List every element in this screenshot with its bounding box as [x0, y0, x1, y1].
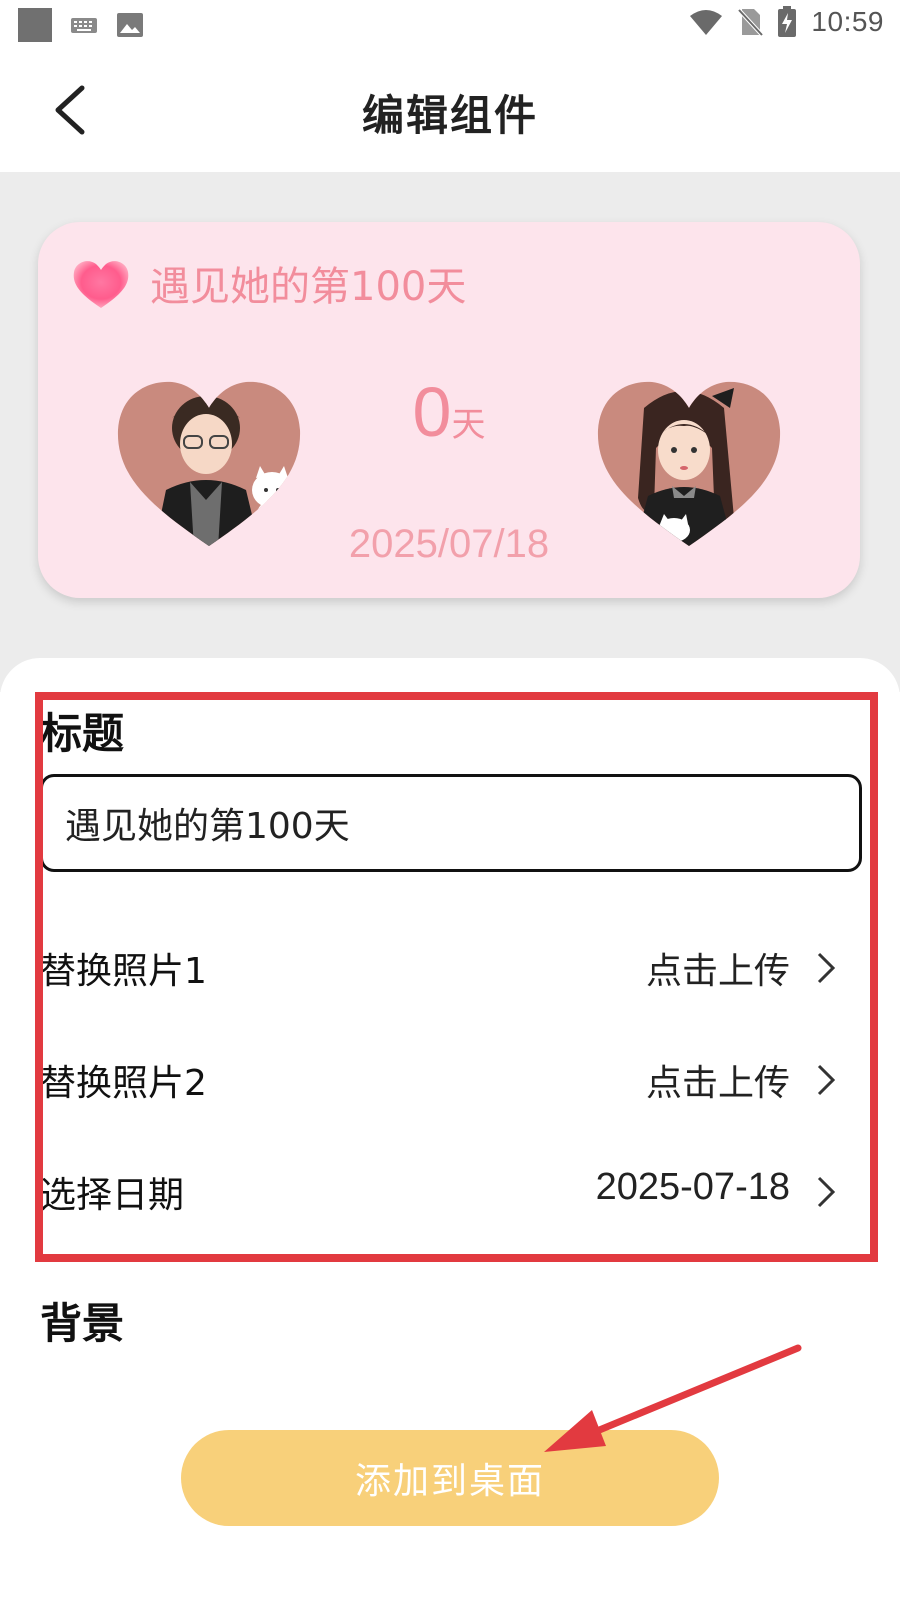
day-count-number: 0: [412, 373, 452, 451]
annotation-arrow-icon: [544, 1344, 802, 1452]
wifi-icon: [690, 10, 723, 35]
day-count-unit: 天: [451, 405, 486, 445]
widget-preview-area: 遇见她的第100天 0天 2025/07/18: [0, 172, 900, 692]
keyboard-icon: [71, 18, 97, 33]
background-section-label: 背景: [40, 1299, 125, 1348]
heart-icon: [73, 261, 129, 308]
widget-date: 2025/07/18: [348, 522, 550, 566]
gallery-icon: [117, 13, 143, 37]
battery-charging-icon: [778, 6, 797, 37]
annotation-highlight-box: [35, 692, 878, 1262]
status-bar-left: [18, 8, 144, 42]
page-title: 编辑组件: [361, 91, 538, 140]
app-square-icon: [18, 8, 52, 42]
status-bar: 10:59: [0, 0, 900, 50]
status-time: 10:59: [811, 6, 884, 37]
widget-preview-card: 遇见她的第100天 0天 2025/07/18: [38, 222, 860, 598]
app-bar: 编辑组件: [0, 50, 900, 172]
no-sim-icon: [737, 8, 764, 37]
status-bar-right: 10:59: [689, 6, 884, 38]
widget-title: 遇见她的第100天: [150, 264, 467, 310]
